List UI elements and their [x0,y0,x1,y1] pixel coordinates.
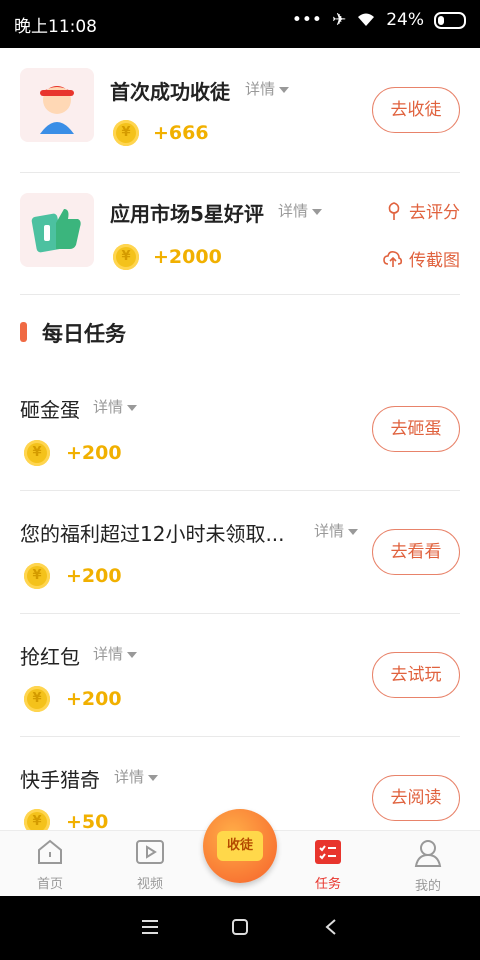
detail-label: 详情 [245,80,276,98]
go-read-button[interactable]: 去阅读 [372,775,460,821]
go-invite-button[interactable]: 去收徒 [372,87,460,133]
task-list: 首次成功收徒 详情 ¥ +666 去收徒 应用市场5星好评 详情 ¥ +2000… [0,48,480,830]
detail-label: 详情 [314,522,345,540]
invite-fab-button[interactable]: 收徒 [203,809,277,883]
tab-mine[interactable]: 我的 [388,839,468,894]
divider [20,613,460,614]
go-look-button[interactable]: 去看看 [372,529,460,575]
invite-illustration [20,68,94,142]
detail-label: 详情 [93,398,124,416]
detail-label: 详情 [114,768,145,786]
more-dots-icon: ••• [291,10,322,30]
coin-icon: ¥ [113,244,139,270]
reward-amount: +2000 [153,246,222,268]
task-title: 您的福利超过12小时未领取... [20,522,285,546]
battery-percent: 24% [386,10,424,30]
detail-label: 详情 [278,202,309,220]
reward-amount: +200 [66,565,122,587]
status-bar: 晚上11:08 ••• ✈ 24% [0,0,480,48]
section-accent-bar [20,322,27,342]
go-rate-label: 去评分 [409,203,460,223]
user-icon [414,840,442,867]
tab-mine-label: 我的 [414,879,441,894]
tab-task[interactable]: 任务 [288,839,368,892]
detail-toggle[interactable]: 详情 [93,643,138,664]
home-square-icon[interactable] [231,918,249,936]
divider [20,294,460,295]
tab-video-label: 视频 [136,877,163,892]
detail-toggle[interactable]: 详情 [245,78,290,99]
thumbs-up-illustration [20,193,94,267]
caret-down-icon [127,404,138,411]
coin-icon: ¥ [24,809,50,830]
caret-down-icon [148,774,159,781]
task-title: 砸金蛋 [20,398,80,422]
task-title: 抢红包 [20,645,80,669]
home-icon [38,839,62,864]
thumbs-up-icon [31,209,81,253]
tab-task-label: 任务 [314,877,341,892]
flower-icon [388,201,400,220]
reward-amount: +50 [66,811,109,830]
back-icon[interactable] [324,918,338,936]
task-title: 首次成功收徒 [110,80,230,104]
task-title: 快手猎奇 [20,768,100,792]
coin-icon: ¥ [113,120,139,146]
wifi-icon [358,13,375,26]
go-smash-egg-button[interactable]: 去砸蛋 [372,406,460,452]
detail-toggle[interactable]: 详情 [314,520,359,541]
divider [20,490,460,491]
coin-icon: ¥ [24,440,50,466]
divider [20,172,460,173]
reward-amount: +200 [66,688,122,710]
task-title: 应用市场5星好评 [110,202,264,226]
battery-icon [434,11,466,29]
system-nav-bar [0,896,480,960]
cloud-upload-icon [383,250,403,267]
upload-label: 传截图 [409,251,460,271]
divider [20,736,460,737]
task-list-icon [315,840,341,864]
detail-label: 详情 [93,645,124,663]
bottom-tab-bar: 首页 视频 收徒 任务 我的 [0,809,480,897]
tab-home[interactable]: 首页 [10,839,90,892]
caret-down-icon [348,528,359,535]
caret-down-icon [127,651,138,658]
person-icon [40,86,74,134]
status-time: 晚上11:08 [14,17,97,37]
coin-icon: ¥ [24,686,50,712]
go-rate-button[interactable]: 去评分 [385,198,460,223]
airplane-icon: ✈ [331,10,347,30]
tab-video[interactable]: 视频 [110,839,190,892]
video-icon [136,840,164,864]
menu-icon[interactable] [141,919,159,935]
reward-amount: +666 [153,122,209,144]
reward-amount: +200 [66,442,122,464]
section-title: 每日任务 [42,322,126,346]
caret-down-icon [279,86,290,93]
tab-home-label: 首页 [36,877,63,892]
caret-down-icon [312,208,323,215]
go-try-play-button[interactable]: 去试玩 [372,652,460,698]
detail-toggle[interactable]: 详情 [278,200,323,221]
detail-toggle[interactable]: 详情 [114,766,159,787]
fab-label: 收徒 [217,831,263,861]
coin-icon: ¥ [24,563,50,589]
upload-screenshot-button[interactable]: 传截图 [383,246,460,271]
detail-toggle[interactable]: 详情 [93,396,138,417]
status-icons: ••• ✈ 24% [292,10,466,30]
